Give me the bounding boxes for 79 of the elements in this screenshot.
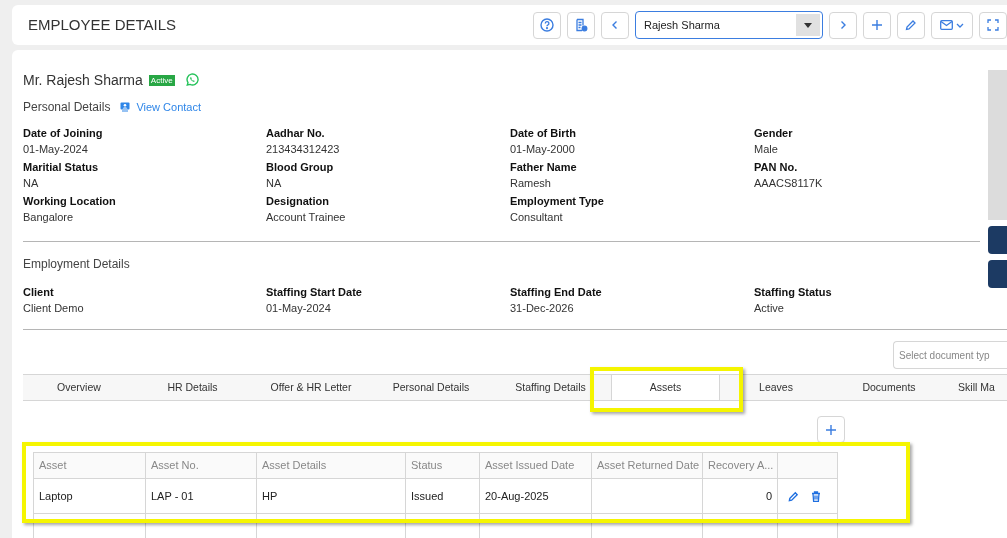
field-value: 01-May-2000 [510, 142, 576, 156]
field-label: Employment Type [510, 194, 605, 208]
page-title: EMPLOYEE DETAILS [28, 14, 178, 35]
contact-card-icon [120, 102, 131, 112]
next-button[interactable] [829, 11, 857, 39]
pencil-icon [905, 19, 917, 31]
field-label: Date of Birth [510, 126, 577, 140]
tab[interactable]: Documents [832, 375, 946, 400]
edit-button[interactable] [897, 11, 925, 39]
section-heading: Employment Details [23, 256, 131, 273]
delete-icon[interactable] [811, 490, 821, 502]
field-label: Staffing End Date [510, 285, 603, 299]
caret-icon [804, 22, 812, 28]
section-heading: Personal Details [23, 99, 111, 116]
tab[interactable]: Offer & HR Letter [250, 375, 372, 400]
view-contact-link[interactable]: View Contact [120, 98, 201, 116]
help-button[interactable] [533, 11, 561, 39]
field-label: Staffing Start Date [266, 285, 363, 299]
employee-select[interactable]: Rajesh Sharma [635, 11, 823, 39]
tab[interactable]: Leaves [720, 375, 832, 400]
more-button[interactable] [979, 11, 1007, 39]
help-icon [540, 18, 554, 32]
edit-icon[interactable] [788, 490, 799, 502]
document-icon [574, 18, 588, 32]
field-value: 01-May-2024 [23, 142, 89, 156]
field-label: Date of Joining [23, 126, 104, 140]
plus-icon [826, 424, 836, 435]
field-label: Client [23, 285, 55, 299]
whatsapp-icon [184, 73, 199, 87]
field-value: AAACS8117K [754, 176, 824, 190]
field-value: 213434312423 [266, 142, 341, 156]
mail-icon [940, 20, 953, 30]
field-value: Consultant [510, 210, 564, 224]
tab[interactable]: Personal Details [372, 375, 490, 400]
column-header: Asset [33, 452, 146, 479]
table-cell: Laptop [33, 478, 146, 514]
field-label: Blood Group [266, 160, 335, 174]
tab[interactable]: Skill Ma [946, 375, 1007, 400]
mail-button[interactable] [931, 11, 973, 39]
field-value: Bangalore [23, 210, 75, 224]
tab[interactable]: Assets [611, 375, 720, 400]
column-header: Asset No. [145, 452, 257, 479]
column-header: Recovery A... [702, 452, 778, 479]
add-button[interactable] [863, 11, 891, 39]
field-label: Gender [754, 126, 794, 140]
chevron-down-icon [956, 22, 964, 28]
field-value: 31-Dec-2026 [510, 301, 575, 315]
column-header: Asset Returned Date [591, 452, 703, 479]
field-value: Active [754, 301, 785, 315]
field-label: Maritial Status [23, 160, 100, 174]
tab[interactable]: HR Details [135, 375, 250, 400]
field-label: PAN No. [754, 160, 799, 174]
tab[interactable]: Overview [23, 375, 135, 400]
column-header: Status [405, 452, 480, 479]
expand-icon [987, 19, 999, 31]
tab[interactable]: Staffing Details [490, 375, 611, 400]
chevron-left-icon [611, 20, 619, 30]
document-button[interactable] [567, 11, 595, 39]
chevron-right-icon [839, 20, 847, 30]
field-value: Male [754, 142, 779, 156]
field-value: NA [23, 176, 40, 190]
column-header: Asset Details [256, 452, 406, 479]
field-value: Client Demo [23, 301, 85, 315]
column-header: Asset Issued Date [479, 452, 592, 479]
employee-name: Mr. Rajesh Sharma [23, 70, 143, 90]
plus-icon [872, 20, 882, 30]
field-value: Ramesh [510, 176, 552, 190]
field-value: 01-May-2024 [266, 301, 332, 315]
field-label: Working Location [23, 194, 117, 208]
add-asset-button[interactable] [817, 416, 845, 443]
field-label: Staffing Status [754, 285, 833, 299]
status-badge: Active [148, 74, 175, 86]
field-label: Father Name [510, 160, 578, 174]
field-value: Account Trainee [266, 210, 347, 224]
field-label: Aadhar No. [266, 126, 326, 140]
field-value: NA [266, 176, 283, 190]
previous-button[interactable] [601, 11, 629, 39]
field-label: Designation [266, 194, 330, 208]
document-type-field[interactable]: Select document typ [893, 341, 1007, 369]
